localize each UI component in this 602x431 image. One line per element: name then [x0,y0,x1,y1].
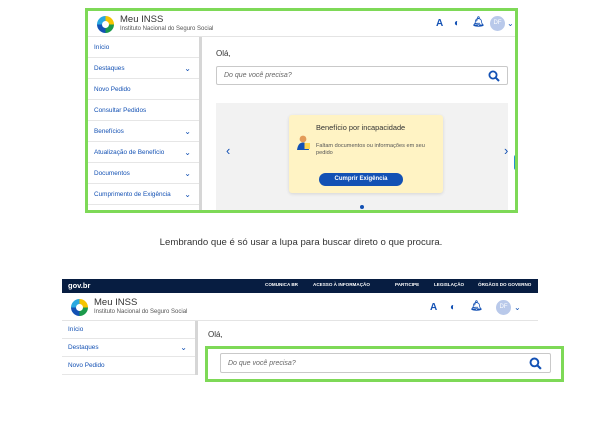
sidebar-item-label: Início [94,44,110,51]
sidebar-item-inicio[interactable]: Início [88,37,199,58]
carousel: ‹ › Benefício por incapacidade Faltam do… [216,103,508,210]
sidebar-item-destaques[interactable]: Destaques ⌄ [88,58,199,79]
inss-logo-icon[interactable] [71,299,88,316]
search-icon[interactable] [529,357,542,375]
sidebar-item-label: Benefícios [94,128,124,135]
gov-link-comunica[interactable]: COMUNICA BR [265,282,298,287]
sidebar-item-label: Documentos [94,170,130,177]
sidebar-item-documentos[interactable]: Documentos ⌄ [88,163,199,184]
chevron-down-icon[interactable]: ⌄ [507,20,514,28]
app-header: Meu INSS Instituto Nacional do Seguro So… [62,293,538,321]
chevron-down-icon: ⌄ [184,127,191,136]
caption-text: Lembrando que é só usar a lupa para busc… [159,237,443,248]
sidebar-item-label: Início [68,326,84,333]
sidebar-item-inicio[interactable]: Início [62,321,195,339]
sidebar-item-label: Atualização de Benefício [94,149,165,156]
sidebar-item-label: Cumprimento de Exigência [94,191,171,198]
sidebar-item-consultar-pedidos[interactable]: Consultar Pedidos [88,100,199,121]
carousel-dot[interactable] [360,205,364,209]
brand-title[interactable]: Meu INSS [94,297,137,308]
gov-link-acesso[interactable]: ACESSO À INFORMAÇÃO [313,282,370,287]
search-placeholder: Do que você precisa? [224,72,292,79]
font-size-button[interactable]: A [436,19,443,29]
chevron-down-icon: ⌄ [184,190,191,199]
sidebar-item-label: Novo Pedido [68,362,105,369]
gov-logo[interactable]: gov.br [68,281,90,290]
carousel-next-button[interactable]: › [504,143,508,158]
app-header: Meu INSS Instituto Nacional do Seguro So… [88,11,515,37]
search-icon[interactable] [488,69,500,87]
brand-subtitle: Instituto Nacional do Seguro Social [94,309,188,315]
chevron-down-icon: ⌄ [184,64,191,73]
card-title: Benefício por incapacidade [316,123,406,132]
cumprir-exigencia-button[interactable]: Cumprir Exigência [319,173,403,186]
sidebar-item-atualizacao-beneficio[interactable]: Atualização de Benefício ⌄ [88,142,199,163]
card-body: Faltam documentos ou informações em seu … [316,143,425,156]
sidebar: Início Destaques ⌄ Novo Pedido Consultar … [88,37,202,210]
chevron-down-icon: ⌄ [180,343,187,352]
sidebar-item-label: Consultar Pedidos [94,107,147,114]
sidebar-item-cumprimento-exigencia[interactable]: Cumprimento de Exigência ⌄ [88,184,199,205]
sidebar-item-novo-pedido[interactable]: Novo Pedido [62,357,195,375]
accessibility-hand-icon[interactable] [514,155,515,170]
search-field[interactable]: Do que você precisa? [220,353,551,373]
sidebar-item-destaques[interactable]: Destaques ⌄ [62,339,195,357]
sidebar-item-label: Novo Pedido [94,86,131,93]
greeting: Olá, [208,330,223,339]
person-illustration-icon [295,134,311,150]
notice-card: Benefício por incapacidade Faltam docume… [289,115,443,193]
bell-icon[interactable]: 🔔︎ [472,18,485,28]
contrast-icon[interactable]: ◐ [454,19,460,29]
bell-icon[interactable]: 🔔︎ [470,302,483,312]
sidebar-item-label: Destaques [94,65,125,72]
chevron-down-icon: ⌄ [184,169,191,178]
search-field[interactable]: Do que você precisa? [216,66,508,85]
gov-link-orgaos[interactable]: ÓRGÃOS DO GOVERNO [478,282,531,287]
sidebar-item-novo-pedido[interactable]: Novo Pedido [88,79,199,100]
font-size-button[interactable]: A [430,303,437,313]
gov-link-participe[interactable]: PARTICIPE [395,282,419,287]
chevron-down-icon: ⌄ [184,148,191,157]
contrast-icon[interactable]: ◐ [450,303,456,313]
brand-title[interactable]: Meu INSS [120,14,163,25]
gov-link-legislacao[interactable]: LEGISLAÇÃO [434,282,464,287]
avatar[interactable]: DF [496,300,511,315]
sidebar: Início Destaques ⌄ Novo Pedido [62,321,198,375]
brand-subtitle: Instituto Nacional do Seguro Social [120,26,214,32]
greeting: Olá, [216,49,231,58]
screenshot-top: Meu INSS Instituto Nacional do Seguro So… [85,8,518,213]
avatar[interactable]: DF [490,16,505,31]
carousel-prev-button[interactable]: ‹ [226,143,230,158]
sidebar-item-label: Destaques [68,344,99,351]
sidebar-item-beneficios[interactable]: Benefícios ⌄ [88,121,199,142]
search-placeholder: Do que você precisa? [228,360,296,367]
gov-bar: gov.br COMUNICA BR ACESSO À INFORMAÇÃO P… [62,279,538,293]
chevron-down-icon[interactable]: ⌄ [514,304,521,312]
inss-logo-icon[interactable] [97,16,114,33]
